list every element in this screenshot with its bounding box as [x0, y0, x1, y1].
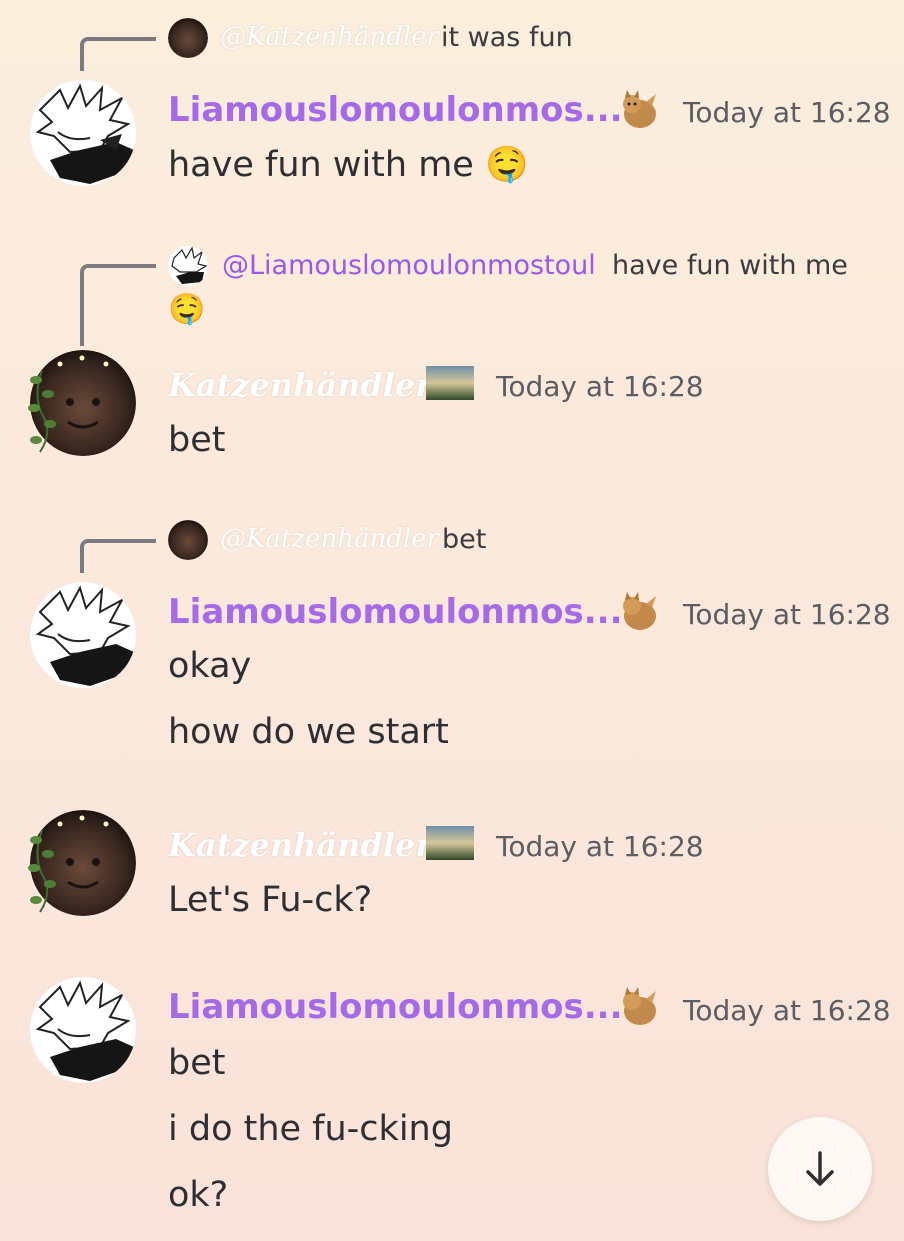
username[interactable]: Liamouslomoulonmos...: [168, 987, 622, 1027]
reply-avatar[interactable]: [168, 520, 208, 560]
message-text: okay: [168, 646, 252, 686]
cat-badge-icon: [616, 88, 662, 136]
reply-author[interactable]: @Katzenhändler: [220, 524, 439, 554]
timestamp: Today at 16:28: [683, 96, 891, 129]
reply-preview-text[interactable]: have fun with me: [612, 250, 848, 281]
message-text: bet: [168, 420, 226, 460]
reply-avatar[interactable]: [168, 18, 208, 58]
reply-connector: [80, 264, 156, 346]
scroll-to-bottom-button[interactable]: [768, 1117, 872, 1221]
timestamp: Today at 16:28: [496, 370, 704, 403]
reply-author[interactable]: @Katzenhändler: [220, 22, 439, 52]
username[interactable]: Katzenhändler: [168, 826, 432, 864]
message-text: Let's Fu-ck?: [168, 880, 373, 920]
username[interactable]: Katzenhändler: [168, 366, 432, 404]
message-text: how do we start: [168, 712, 449, 752]
vine-decoration-icon: [22, 828, 62, 918]
username[interactable]: Liamouslomoulonmos...: [168, 592, 622, 632]
avatar[interactable]: [30, 582, 136, 688]
timestamp: Today at 16:28: [683, 994, 891, 1027]
reply-preview-emoji: 🤤: [168, 292, 206, 327]
reply-preview-text[interactable]: bet: [442, 524, 486, 555]
cat-badge-icon: [616, 590, 662, 638]
message-text: have fun with me 🤤: [168, 145, 529, 185]
vine-decoration-icon: [22, 368, 62, 458]
reply-author[interactable]: @Liamouslomoulonmostoul: [222, 250, 596, 281]
cat-badge-icon: [616, 985, 662, 1033]
reply-connector: [80, 37, 156, 71]
timestamp: Today at 16:28: [683, 598, 891, 631]
username[interactable]: Liamouslomoulonmos...: [168, 90, 622, 130]
message-text: i do the fu-cking: [168, 1109, 453, 1149]
avatar[interactable]: [30, 80, 136, 186]
arrow-down-icon: [806, 1151, 834, 1186]
reply-avatar[interactable]: [168, 246, 208, 286]
landscape-badge-icon: [426, 826, 474, 864]
timestamp: Today at 16:28: [496, 830, 704, 863]
reply-connector: [80, 539, 156, 573]
avatar[interactable]: [30, 977, 136, 1083]
message-text: bet: [168, 1043, 226, 1083]
landscape-badge-icon: [426, 366, 474, 404]
reply-preview-text[interactable]: it was fun: [441, 22, 573, 53]
message-text: ok?: [168, 1175, 229, 1215]
